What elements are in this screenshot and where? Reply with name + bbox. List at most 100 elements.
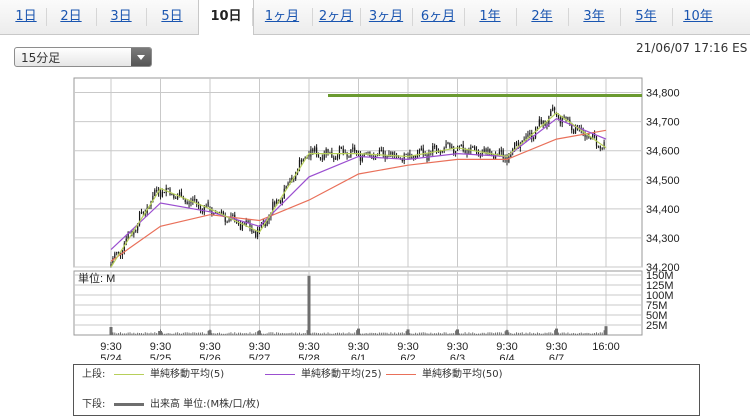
candle-body: [405, 154, 407, 156]
price-axis-label: 34,600: [646, 146, 680, 158]
candle-body: [485, 148, 487, 152]
candle-body: [552, 107, 554, 111]
candle-body: [186, 201, 188, 205]
volume-spike: [307, 275, 311, 335]
volume-axis-label: 25M: [646, 320, 667, 332]
candle-body: [352, 147, 354, 150]
candle-body: [142, 212, 144, 214]
candle-body: [114, 253, 116, 259]
legend-ma25-swatch: [265, 374, 295, 375]
candle-body: [376, 155, 379, 157]
tab-13[interactable]: 10年: [672, 0, 724, 34]
candle-body: [180, 192, 183, 197]
candle-body: [468, 150, 470, 154]
candle-body: [472, 146, 474, 148]
tab-6[interactable]: 2ヶ月: [312, 0, 360, 34]
candle-body: [447, 142, 449, 144]
candle-body: [188, 202, 190, 205]
candle-body: [375, 155, 377, 157]
tab-2[interactable]: 3日: [96, 0, 146, 34]
candle-body: [534, 128, 537, 138]
candle-body: [415, 155, 417, 158]
volume-spike: [505, 330, 509, 335]
candle-body: [338, 146, 341, 156]
tab-9[interactable]: 1年: [464, 0, 516, 34]
candle-body: [500, 150, 502, 152]
tab-8[interactable]: 6ヶ月: [412, 0, 464, 34]
candle-body: [274, 201, 276, 205]
volume-spike: [258, 330, 261, 335]
candle-body: [323, 154, 325, 160]
legend-ma50-label: 単純移動平均(50): [422, 369, 503, 380]
candle-body: [116, 252, 118, 254]
volume-spike: [159, 331, 162, 335]
candle-body: [515, 142, 518, 144]
legend-lower-row: 下段: 出来高 単位:(M株/口/枚): [74, 397, 699, 413]
candle-body: [194, 199, 196, 201]
candle-body: [327, 148, 329, 153]
candle-body: [565, 116, 567, 119]
candle-body: [502, 150, 504, 159]
x-axis-time-label: 9:30: [298, 341, 319, 353]
price-axis-label: 34,400: [646, 204, 680, 216]
tab-5[interactable]: 1ヶ月: [252, 0, 312, 34]
tab-7[interactable]: 3ヶ月: [360, 0, 412, 34]
tab-11[interactable]: 3年: [568, 0, 620, 34]
candle-body: [135, 230, 137, 232]
candle-body: [279, 200, 282, 204]
x-axis-date-label: 5/26: [199, 353, 220, 360]
x-axis-date-label: 5/28: [298, 353, 319, 360]
candle-body: [253, 231, 255, 233]
candle-body: [392, 152, 394, 155]
x-axis-date-label: 5/24: [100, 353, 121, 360]
candle-body: [533, 137, 535, 140]
candle-body: [536, 126, 539, 129]
x-axis-time-label: 9:30: [100, 341, 121, 353]
candle-body: [508, 156, 510, 163]
candle-body: [333, 157, 335, 160]
candle-body: [348, 156, 350, 158]
interval-select[interactable]: 15分足: [14, 47, 152, 67]
candle-body: [474, 146, 476, 150]
tab-0[interactable]: 1日: [6, 0, 46, 34]
candle-body: [411, 157, 413, 159]
candle-body: [445, 143, 447, 149]
volume-spike: [456, 329, 459, 335]
x-axis-date-label: 6/1: [351, 353, 366, 360]
volume-spike: [208, 330, 212, 335]
price-axis-label: 34,800: [646, 88, 680, 100]
volume-spike: [357, 328, 360, 335]
candle-body: [190, 201, 192, 203]
candle-body: [317, 155, 320, 158]
price-axis-label: 34,500: [646, 175, 680, 187]
x-axis-time-label: 9:30: [447, 341, 468, 353]
x-axis-time-label: 9:30: [249, 341, 270, 353]
candle-body: [601, 147, 603, 149]
candle-body: [567, 116, 569, 120]
candle-body: [161, 191, 164, 197]
tab-4[interactable]: 10日: [198, 0, 254, 35]
x-axis-date-label: 6/3: [450, 353, 465, 360]
candle-body: [359, 154, 362, 162]
legend-volume-label: 出来高 単位:(M株/口/枚): [150, 399, 260, 410]
candle-body: [354, 147, 356, 152]
x-axis-date-label: 6/4: [499, 353, 514, 360]
x-axis-date-label: 5/25: [150, 353, 171, 360]
candle-body: [156, 190, 158, 192]
candle-body: [335, 157, 337, 160]
legend-ma5-label: 単純移動平均(5): [150, 369, 225, 380]
chevron-down-icon[interactable]: [131, 48, 151, 66]
tab-3[interactable]: 5日: [146, 0, 198, 34]
candle-body: [550, 110, 552, 117]
candle-body: [403, 154, 405, 161]
candle-body: [342, 148, 344, 153]
candle-body: [420, 148, 422, 151]
tab-10[interactable]: 2年: [516, 0, 568, 34]
tab-1[interactable]: 2日: [46, 0, 96, 34]
candle-body: [255, 231, 257, 238]
candle-body: [573, 130, 575, 134]
volume-spike: [109, 327, 113, 335]
volume-unit-label: 単位: M: [78, 271, 115, 285]
x-axis-date-label: 6/7: [549, 353, 564, 360]
tab-12[interactable]: 5年: [620, 0, 672, 34]
